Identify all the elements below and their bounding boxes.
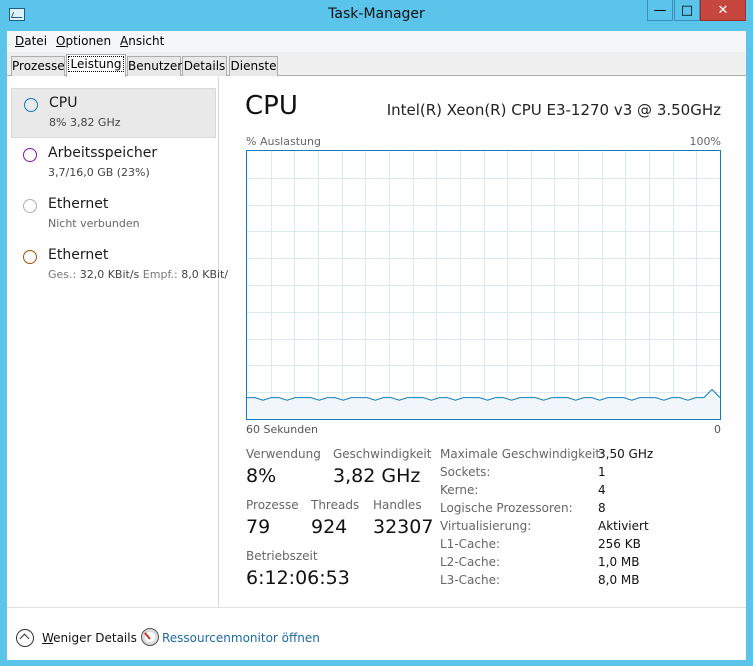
uptime-value: 6:12:06:53 xyxy=(246,567,350,589)
graph-y-label: % Auslastung xyxy=(246,135,321,148)
spec-label: L3-Cache: xyxy=(440,573,501,587)
processes-value: 79 xyxy=(246,516,271,538)
chevron-up-icon[interactable] xyxy=(16,629,34,647)
spec-label: L1-Cache: xyxy=(440,537,501,551)
sidebar-item-summary: 3,7/16,0 GB (23%) xyxy=(48,166,150,179)
usage-label: Verwendung xyxy=(246,447,321,461)
graph-x-label: 60 Sekunden xyxy=(246,423,318,436)
minimize-button[interactable]: — xyxy=(647,0,673,21)
processes-label: Prozesse xyxy=(246,498,299,512)
sidebar-item-label: CPU xyxy=(49,95,78,111)
sidebar-item-ethernet-2[interactable]: Ethernet Ges.: 32,0 KBit/s Empf.: 8,0 KB… xyxy=(11,241,228,291)
title-bar: Task-Manager — □ ✕ xyxy=(0,0,753,31)
cpu-model: Intel(R) Xeon(R) CPU E3-1270 v3 @ 3.50GH… xyxy=(386,101,721,119)
sidebar-item-memory[interactable]: Arbeitsspeicher 3,7/16,0 GB (23%) xyxy=(11,139,216,189)
sidebar-item-cpu[interactable]: CPU 8% 3,82 GHz xyxy=(11,88,216,138)
sidebar-item-label: Arbeitsspeicher xyxy=(48,145,158,161)
window-title: Task-Manager xyxy=(328,6,425,22)
spec-value: 1,0 MB xyxy=(598,555,640,569)
sidebar-item-summary: Nicht verbunden xyxy=(48,217,140,230)
resource-monitor-icon[interactable] xyxy=(141,628,159,646)
sidebar-item-ethernet-1[interactable]: Ethernet Nicht verbunden xyxy=(11,190,216,240)
usage-value: 8% xyxy=(246,465,277,487)
handles-label: Handles xyxy=(373,498,422,512)
footer-bar: Weniger Details Ressourcenmonitor öffnen xyxy=(7,607,746,660)
spec-value: 3,50 GHz xyxy=(598,447,654,461)
uptime-label: Betriebszeit xyxy=(246,549,318,563)
page-title: CPU xyxy=(245,91,298,121)
spec-value: Aktiviert xyxy=(598,519,649,533)
open-resource-monitor-link[interactable]: Ressourcenmonitor öffnen xyxy=(162,631,320,645)
tab-benutzer[interactable]: Benutzer xyxy=(127,56,182,76)
graph-y-max: 100% xyxy=(689,135,721,148)
spec-label: L2-Cache: xyxy=(440,555,501,569)
spec-value: 8,0 MB xyxy=(598,573,640,587)
handles-value: 32307 xyxy=(373,516,434,538)
sidebar-item-summary: 8% 3,82 GHz xyxy=(49,116,121,129)
tab-bar: Prozesse Leistung Benutzer Details Diens… xyxy=(7,52,746,77)
cpu-detail-panel: CPU Intel(R) Xeon(R) CPU E3-1270 v3 @ 3.… xyxy=(219,77,746,607)
tab-details[interactable]: Details xyxy=(182,56,227,76)
fewer-details-link[interactable]: Weniger Details xyxy=(42,631,137,645)
sidebar-item-summary: Ges.: 32,0 KBit/s Empf.: 8,0 KBit/ xyxy=(48,268,228,281)
receive-label: Empf.: xyxy=(142,268,178,281)
spec-value: 256 KB xyxy=(598,537,641,551)
tab-dienste[interactable]: Dienste xyxy=(229,56,278,76)
send-label: Ges.: xyxy=(48,268,77,281)
menu-ansicht[interactable]: Ansicht xyxy=(120,34,164,48)
spec-label: Logische Prozessoren: xyxy=(440,501,573,515)
tab-leistung[interactable]: Leistung xyxy=(66,54,126,77)
menu-optionen[interactable]: Optionen xyxy=(56,34,111,48)
speed-label: Geschwindigkeit xyxy=(333,447,432,461)
graph-x-min: 0 xyxy=(714,423,721,436)
graph-grid xyxy=(247,151,720,419)
spec-value: 4 xyxy=(598,483,606,497)
tab-prozesse[interactable]: Prozesse xyxy=(11,56,65,76)
sidebar-item-label: Ethernet xyxy=(48,196,109,212)
spec-value: 1 xyxy=(598,465,606,479)
ethernet-indicator-icon xyxy=(23,250,37,264)
resource-sidebar: CPU 8% 3,82 GHz Arbeitsspeicher 3,7/16,0… xyxy=(7,77,228,607)
speed-value: 3,82 GHz xyxy=(333,465,421,487)
spec-label: Virtualisierung: xyxy=(440,519,532,533)
memory-indicator-icon xyxy=(23,148,37,162)
cpu-indicator-icon xyxy=(24,98,38,112)
spec-label: Sockets: xyxy=(440,465,491,479)
threads-value: 924 xyxy=(311,516,348,538)
sidebar-item-label: Ethernet xyxy=(48,247,109,263)
performance-content: CPU 8% 3,82 GHz Arbeitsspeicher 3,7/16,0… xyxy=(7,77,746,660)
maximize-button[interactable]: □ xyxy=(674,0,700,21)
send-value: 32,0 KBit/s xyxy=(79,268,140,281)
menu-datei[interactable]: Datei xyxy=(15,34,47,48)
cpu-usage-graph xyxy=(246,150,721,420)
spec-value: 8 xyxy=(598,501,606,515)
threads-label: Threads xyxy=(311,498,360,512)
tab-leistung-label: Leistung xyxy=(67,56,125,72)
spec-label: Kerne: xyxy=(440,483,479,497)
spec-label: Maximale Geschwindigkeit: xyxy=(440,447,605,461)
cpu-usage-chart xyxy=(247,151,720,419)
menu-bar: Datei Optionen Ansicht xyxy=(7,31,746,52)
ethernet-indicator-icon xyxy=(23,199,37,213)
task-manager-window: Datei Optionen Ansicht Prozesse Leistung… xyxy=(7,31,746,660)
close-button[interactable]: ✕ xyxy=(700,0,746,21)
